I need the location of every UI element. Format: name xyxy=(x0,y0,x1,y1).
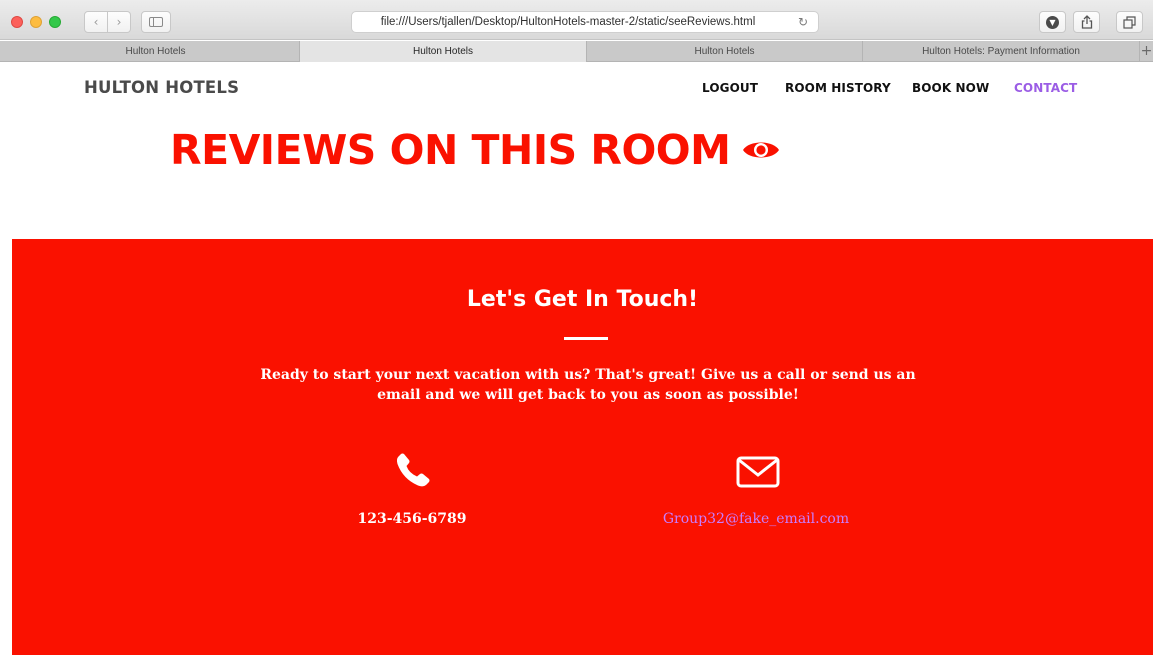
contact-description: Ready to start your next vacation with u… xyxy=(260,367,916,403)
zoom-window-button[interactable] xyxy=(49,16,61,28)
tab-overview-button[interactable] xyxy=(1116,11,1143,33)
plus-icon: + xyxy=(1140,43,1153,59)
tab-label: Hulton Hotels xyxy=(412,46,474,57)
page-title: REVIEWS ON THIS ROOM xyxy=(170,126,780,174)
envelope-icon xyxy=(736,456,780,488)
contact-heading: Let's Get In Touch! xyxy=(466,287,699,312)
browser-tab[interactable]: Hulton Hotels xyxy=(12,41,300,62)
nav-book-now[interactable]: BOOK NOW xyxy=(912,81,989,95)
nav-contact[interactable]: CONTACT xyxy=(1014,81,1077,95)
heading-divider xyxy=(564,337,608,340)
downloads-button[interactable]: ▼ xyxy=(1039,11,1066,33)
nav-room-history[interactable]: ROOM HISTORY xyxy=(785,81,891,95)
new-tab-button[interactable]: + xyxy=(1140,41,1153,62)
site-brand[interactable]: HULTON HOTELS xyxy=(84,78,239,97)
nav-logout[interactable]: LOGOUT xyxy=(702,81,758,95)
phone-number: 123-456-6789 xyxy=(357,511,467,527)
minimize-window-button[interactable] xyxy=(30,16,42,28)
tab-label: Hulton Hotels xyxy=(125,46,186,57)
browser-toolbar: ‹ › file:///Users/tjallen/Desktop/Hulton… xyxy=(0,0,1153,40)
back-button[interactable]: ‹ xyxy=(84,11,108,33)
browser-tab[interactable]: Hulton Hotels xyxy=(587,41,863,62)
tab-bar: Hulton Hotels Hulton Hotels Hulton Hotel… xyxy=(0,41,1153,62)
eye-icon xyxy=(743,142,780,158)
reload-icon[interactable]: ↻ xyxy=(798,15,808,29)
address-url: file:///Users/tjallen/Desktop/HultonHote… xyxy=(380,16,756,28)
phone-icon xyxy=(396,453,430,487)
browser-tab-active[interactable]: Hulton Hotels xyxy=(300,41,587,62)
email-link[interactable]: Group32@fake_email.com xyxy=(640,511,872,527)
chevron-right-icon: › xyxy=(116,15,122,29)
contact-section: Let's Get In Touch! Ready to start your … xyxy=(12,239,1153,655)
tab-label: Hulton Hotels xyxy=(694,46,755,57)
browser-tab[interactable]: Hulton Hotels: Payment Information xyxy=(863,41,1140,62)
download-icon: ▼ xyxy=(1046,15,1059,29)
forward-button[interactable]: › xyxy=(108,11,131,33)
share-icon xyxy=(1081,15,1092,29)
page-title-text: REVIEWS ON THIS ROOM xyxy=(170,126,731,174)
address-bar[interactable]: file:///Users/tjallen/Desktop/HultonHote… xyxy=(351,11,819,33)
tab-label: Hulton Hotels: Payment Information xyxy=(922,46,1080,57)
chevron-left-icon: ‹ xyxy=(93,15,99,29)
share-button[interactable] xyxy=(1073,11,1100,33)
sidebar-icon xyxy=(149,17,163,27)
close-window-button[interactable] xyxy=(11,16,23,28)
sidebar-toggle-button[interactable] xyxy=(141,11,171,33)
tab-overview-icon xyxy=(1123,15,1136,29)
